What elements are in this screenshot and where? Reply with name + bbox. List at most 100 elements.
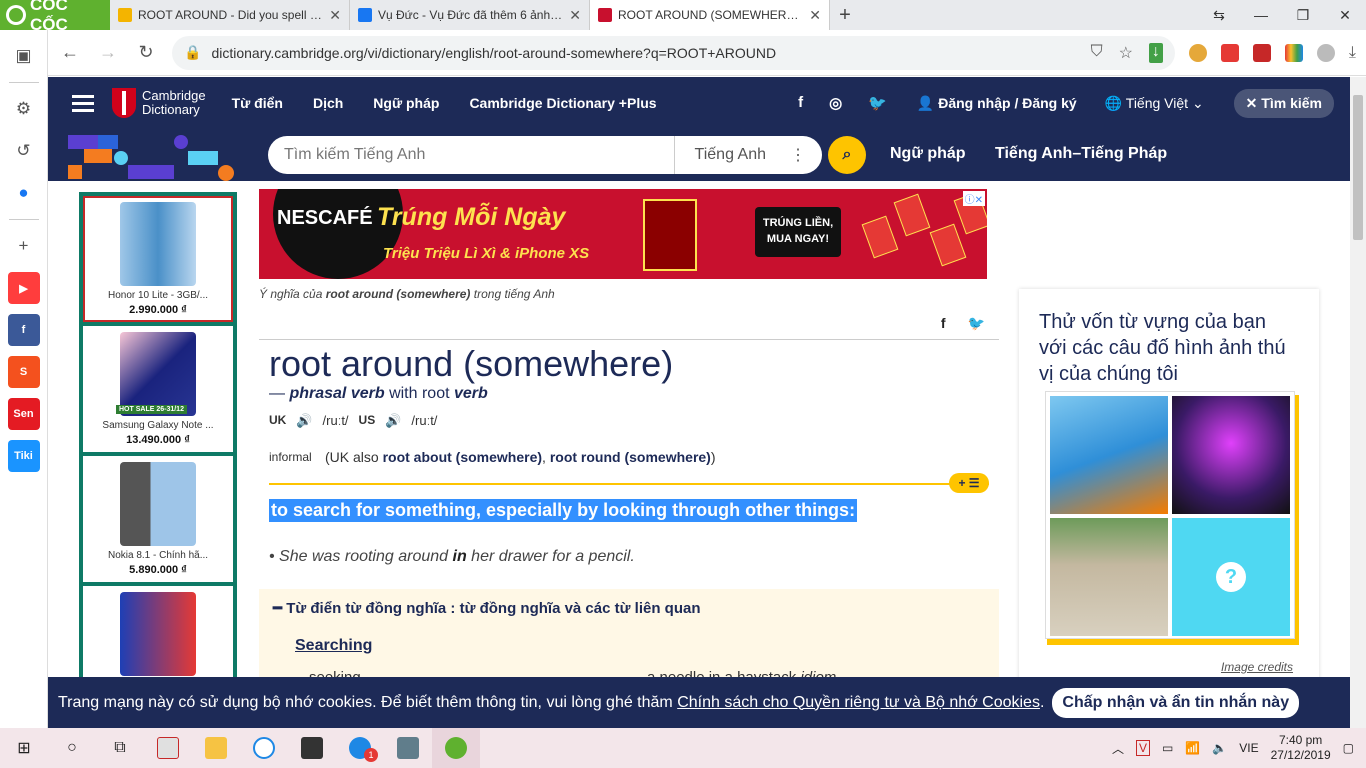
history-icon[interactable]: ↺ (8, 135, 40, 167)
search-input[interactable]: Tìm kiếm Tiếng Anh Tiếng Anh ⋮ (268, 136, 822, 174)
settings-gear-icon[interactable]: ⚙ (8, 93, 40, 125)
extension-icon[interactable] (1284, 43, 1303, 62)
instagram-icon[interactable]: ◎ (829, 94, 842, 112)
extension-icon[interactable] (1188, 43, 1207, 62)
downloads-icon[interactable]: ⤓ (1349, 44, 1356, 62)
nav-dictionary[interactable]: Từ điển (232, 95, 283, 111)
search-circle-icon[interactable]: ○ (48, 728, 96, 768)
bookmark-star-icon[interactable]: ☆ (1119, 43, 1133, 63)
close-tab-icon[interactable]: ✕ (329, 7, 341, 24)
ad-choices-close-icon[interactable]: ⓘ✕ (962, 191, 985, 206)
ferris-wheel-image[interactable] (1172, 396, 1290, 514)
maximize-button[interactable]: ❐ (1282, 0, 1324, 30)
banner-cta[interactable]: TRÚNG LIỀN, MUA NGAY! (755, 207, 841, 257)
search-submit-button[interactable]: ⌕ (828, 136, 866, 174)
download-page-icon[interactable]: ↓ (1148, 42, 1163, 63)
add-to-wordlist-button[interactable]: + ☰ (949, 473, 989, 493)
ad-item[interactable]: HOT SALE 26-31/12 Samsung Galaxy Note ..… (83, 326, 233, 452)
cambridge-logo[interactable]: Cambridge Dictionary (112, 88, 206, 118)
youtube-app-icon[interactable]: ▶ (7, 272, 40, 304)
pos-label: phrasal verb (289, 385, 385, 402)
close-window-button[interactable]: ✕ (1324, 0, 1366, 30)
nescafe-banner-ad[interactable]: NESCAFÉ Trúng Mỗi Ngày Triệu Triệu Lì Xì… (259, 189, 987, 279)
tab-2[interactable]: Vụ Đức - Vụ Đức đã thêm 6 ảnh m ✕ (350, 0, 590, 30)
nav-translate[interactable]: Dịch (313, 95, 343, 111)
uk-audio-speaker-icon[interactable]: 🔊 (296, 413, 312, 429)
mystery-image[interactable]: ? (1172, 518, 1290, 636)
volume-icon[interactable]: 🔈 (1212, 741, 1227, 755)
nav-plus[interactable]: Cambridge Dictionary +Plus (469, 95, 656, 111)
chevron-up-icon[interactable]: ︿ (1112, 740, 1124, 757)
clock[interactable]: 7:40 pm 27/12/2019 (1271, 733, 1331, 763)
coccoc-menu-button[interactable]: CỐC CỐC (0, 0, 110, 34)
tab-3[interactable]: ROOT AROUND (SOMEWHERE) | Đ ✕ (590, 0, 830, 30)
us-audio-speaker-icon[interactable]: 🔊 (385, 413, 401, 429)
minimize-button[interactable]: — (1240, 0, 1282, 30)
messenger-icon[interactable]: ● (8, 177, 40, 209)
ad-item[interactable]: Honor 10 Lite - 3GB/... 2.990.000 ₫ (83, 196, 233, 322)
language-selector[interactable]: 🌐 Tiếng Việt ⌄ (1105, 95, 1204, 112)
back-arrow-icon[interactable]: ← (58, 42, 82, 63)
twitter-icon[interactable]: 🐦 (868, 94, 887, 112)
shield-icon[interactable]: ⛉ (1091, 43, 1103, 63)
windows-start-icon[interactable]: ⊞ (0, 728, 48, 768)
grammar-link[interactable]: Ngữ pháp (890, 145, 966, 163)
dictionary-selector[interactable]: Tiếng Anh ⋮ (673, 136, 822, 174)
zalo-icon[interactable]: 1 (336, 728, 384, 768)
coccoc-taskbar-icon[interactable] (432, 728, 480, 768)
adblock-icon[interactable] (1220, 43, 1239, 62)
page-scrollbar[interactable] (1350, 77, 1366, 728)
phone-image (929, 223, 967, 267)
thesaurus-toggle[interactable]: ━ Từ điển từ đồng nghĩa : từ đồng nghĩa … (273, 599, 700, 617)
forward-arrow-icon[interactable]: → (96, 42, 120, 63)
new-tab-button[interactable]: + (830, 4, 860, 27)
tab-search-icon[interactable]: ⇆ (1198, 0, 1240, 30)
wifi-icon[interactable]: 📶 (1185, 741, 1200, 755)
lock-icon[interactable]: 🔒 (184, 44, 201, 61)
login-button[interactable]: 👤 Đăng nhập / Đăng ký (917, 95, 1077, 112)
tiki-app-icon[interactable]: Tiki (7, 440, 40, 472)
file-explorer-icon[interactable] (192, 728, 240, 768)
app-icon[interactable] (384, 728, 432, 768)
reload-icon[interactable]: ↻ (134, 42, 158, 63)
facebook-icon[interactable]: f (798, 94, 803, 112)
cambridge-shield-icon (112, 88, 136, 118)
close-tab-icon[interactable]: ✕ (569, 7, 581, 24)
unikey-icon[interactable]: V (1135, 740, 1150, 756)
scrollbar-thumb[interactable] (1353, 95, 1363, 240)
battery-icon[interactable]: ▭ (1162, 741, 1173, 755)
nav-grammar[interactable]: Ngữ pháp (373, 95, 439, 111)
app-icon[interactable] (144, 728, 192, 768)
facebook-app-icon[interactable]: f (7, 314, 40, 346)
image-credits-link[interactable]: Image credits (1221, 660, 1293, 674)
sendo-app-icon[interactable]: Sen (7, 398, 40, 430)
extension-icon[interactable] (1252, 43, 1271, 62)
address-bar[interactable]: 🔒 dictionary.cambridge.org/vi/dictionary… (172, 35, 1175, 70)
dollhouse-image[interactable] (1050, 518, 1168, 636)
thesaurus-group-link[interactable]: Searching (295, 637, 372, 655)
privacy-policy-link[interactable]: Chính sách cho Quyền riêng tư và Bộ nhớ … (677, 694, 1040, 712)
tab-1[interactable]: ROOT AROUND - Did you spell it c ✕ (110, 0, 350, 30)
quiz-title[interactable]: Thử vốn từ vựng của bạn với các câu đố h… (1039, 309, 1299, 387)
url-text[interactable]: dictionary.cambridge.org/vi/dictionary/e… (211, 45, 1080, 61)
profile-avatar-icon[interactable] (1316, 43, 1335, 62)
app-icon[interactable] (240, 728, 288, 768)
menu-hamburger-icon[interactable] (72, 91, 94, 116)
search-placeholder[interactable]: Tìm kiếm Tiếng Anh (268, 146, 674, 164)
english-french-link[interactable]: Tiếng Anh–Tiếng Pháp (995, 145, 1167, 163)
add-app-icon[interactable]: + (8, 230, 40, 262)
notifications-icon[interactable]: ▢ (1343, 741, 1354, 755)
twitter-share-icon[interactable]: 🐦 (968, 315, 985, 332)
search-toggle-button[interactable]: ✕ Tìm kiếm (1233, 88, 1334, 118)
facebook-share-icon[interactable]: f (941, 315, 946, 332)
sidebar-toggle-icon[interactable]: ▣ (8, 40, 40, 72)
input-language[interactable]: VIE (1239, 741, 1258, 755)
task-view-icon[interactable]: ⧉ (96, 728, 144, 768)
shopee-app-icon[interactable]: S (7, 356, 40, 388)
close-tab-icon[interactable]: ✕ (809, 7, 821, 24)
waterslide-image[interactable] (1050, 396, 1168, 514)
ad-item[interactable]: Nokia 8.1 - Chính hã... 5.890.000 ₫ (83, 456, 233, 582)
accept-cookies-button[interactable]: Chấp nhận và ẩn tin nhắn này (1052, 687, 1300, 718)
phone-image (120, 592, 196, 676)
app-icon[interactable] (288, 728, 336, 768)
